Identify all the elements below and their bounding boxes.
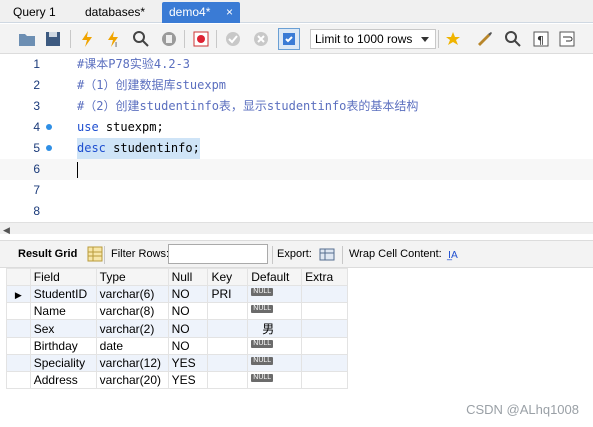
watermark: CSDN @ALhq1008 [466,402,579,417]
null-badge: NULL [251,374,274,382]
column-header-type[interactable]: Type [95,268,169,286]
query-toolbar: I Limit to 1000 rows ¶ [0,24,593,54]
wrap-cell-label: Wrap Cell Content: [349,248,442,260]
null-badge: NULL [251,288,274,296]
svg-text:¶: ¶ [537,34,544,47]
null-badge: NULL [251,340,274,348]
execute-current-icon[interactable]: I [102,28,124,50]
tab-databases[interactable]: databases* [78,2,158,23]
statement-marker-icon [46,124,52,130]
svg-text:I̲A: I̲A [446,250,458,261]
beautify-icon[interactable] [474,28,496,50]
scroll-left-icon[interactable]: ◀ [3,225,10,236]
tab-bar: Query 1 databases* demo4* × [0,0,593,23]
autocommit-icon[interactable] [278,28,300,50]
tab-query-1[interactable]: Query 1 [6,2,74,23]
column-header-field[interactable]: Field [29,268,97,286]
statement-marker-icon [46,145,52,151]
editor-line-current: 6 [0,159,593,180]
bookmark-star-icon[interactable] [442,28,464,50]
grid-header-row: Field Type Null Key Default Extra [6,268,348,286]
chevron-down-icon [421,37,429,42]
rollback-icon[interactable] [250,28,272,50]
text-caret [77,162,78,178]
editor-line: 3 #（2）创建studentinfo表，显示studentinfo表的基本结构 [33,99,419,113]
execute-icon[interactable] [76,28,98,50]
result-grid-label[interactable]: Result Grid [18,248,77,260]
row-selector-icon[interactable]: ▶ [6,285,31,303]
find-icon[interactable] [502,28,524,50]
result-grid: Field Type Null Key Default Extra ▶ Stud… [6,268,348,389]
invisible-chars-icon[interactable]: ¶ [530,28,552,50]
wrap-lines-icon[interactable] [556,28,578,50]
table-row[interactable]: Address varchar(20) YES NULL [6,371,348,389]
save-icon[interactable] [42,28,64,50]
filter-rows-input[interactable] [168,244,268,264]
column-header-key[interactable]: Key [207,268,249,286]
sql-editor[interactable]: 1 #课本P78实验4.2-3 2 #（1）创建数据库stuexpm 3 #（2… [0,54,593,222]
column-header-extra[interactable]: Extra [301,268,348,286]
commit-icon[interactable] [222,28,244,50]
table-row[interactable]: ▶ StudentID varchar(6) NO PRI NULL [6,285,348,303]
table-row[interactable]: Name varchar(8) NO NULL [6,302,348,320]
editor-line: 4 use stuexpm; [33,120,164,134]
null-badge: NULL [251,305,274,313]
explain-icon[interactable] [130,28,152,50]
column-header-null[interactable]: Null [167,268,209,286]
limit-rows-select[interactable]: Limit to 1000 rows [310,29,436,49]
table-row[interactable]: Birthday date NO NULL [6,337,348,355]
editor-line: 7 [33,183,40,197]
open-file-icon[interactable] [16,28,38,50]
editor-line: 2 #（1）创建数据库stuexpm [33,78,227,92]
svg-text:I: I [115,41,117,48]
stop-icon[interactable] [158,28,180,50]
editor-line: 5 desc studentinfo; [0,138,593,159]
export-icon[interactable] [316,243,338,265]
null-badge: NULL [251,357,274,365]
table-row[interactable]: Speciality varchar(12) YES NULL [6,354,348,372]
result-toolbar: Result Grid Filter Rows: Export: Wrap Ce… [0,240,593,268]
filter-rows-label: Filter Rows: [111,248,170,260]
column-header-default[interactable]: Default [247,268,303,286]
wrap-cell-icon[interactable]: I̲A [442,243,464,265]
close-tab-icon[interactable]: × [226,3,233,22]
horizontal-scrollbar[interactable]: ◀ [0,222,593,236]
editor-line: 1 #课本P78实验4.2-3 [33,57,191,71]
export-label: Export: [277,248,312,260]
grid-icon[interactable] [84,243,106,265]
tab-demo4[interactable]: demo4* × [162,2,240,23]
toggle-error-icon[interactable] [190,28,212,50]
editor-line: 8 [33,204,40,218]
table-row[interactable]: Sex varchar(2) NO 男 [6,319,348,338]
